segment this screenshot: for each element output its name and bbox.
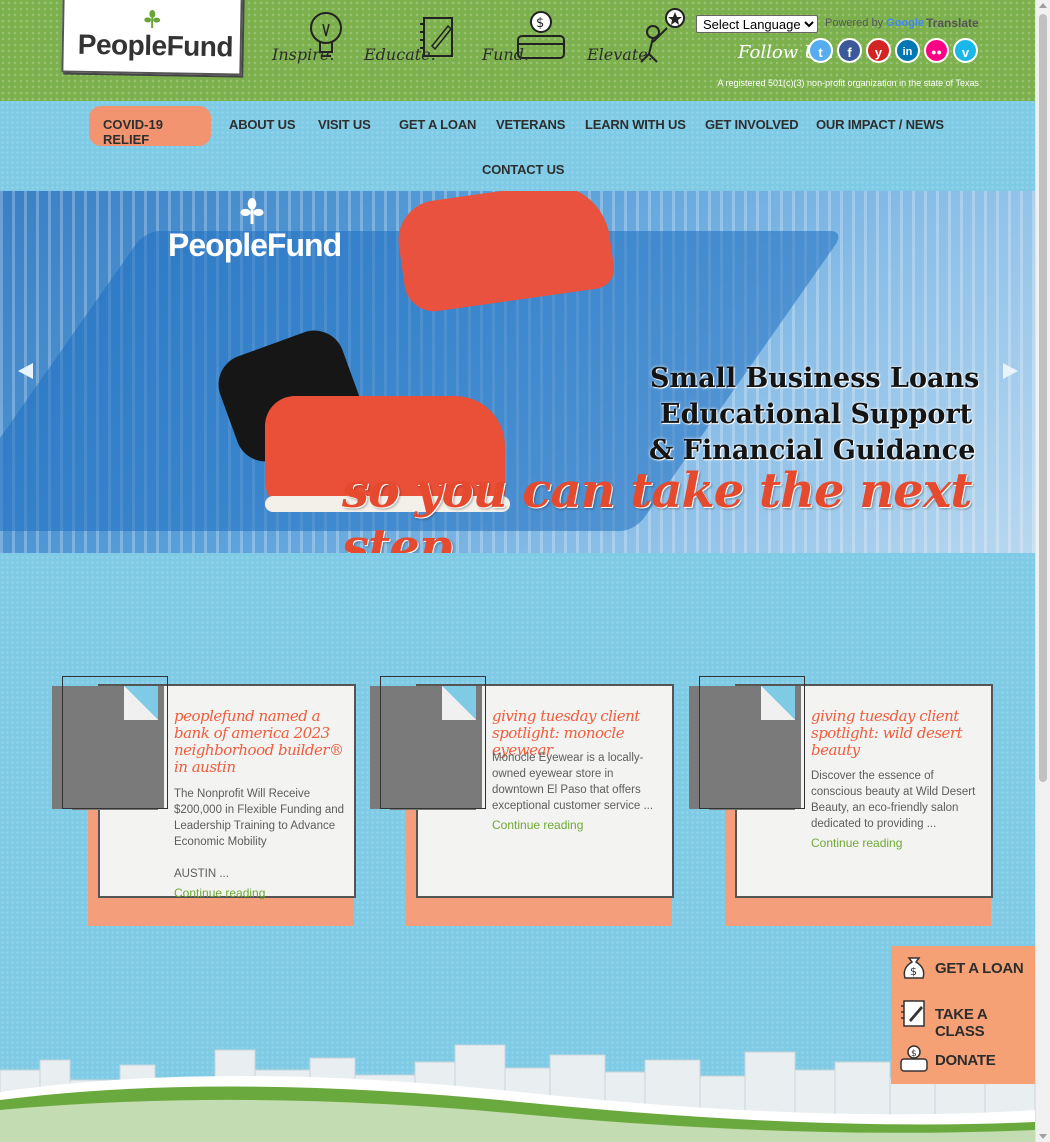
post-title[interactable]: peoplefund named a bank of america 2023 … [174, 708, 344, 776]
green-hill [0, 1076, 1035, 1142]
svg-text:$: $ [536, 16, 544, 31]
nav-get-involved[interactable]: GET INVOLVED [705, 117, 799, 132]
logo-text: PeopleFund [77, 28, 234, 63]
cta-label: GET A LOAN [935, 960, 1024, 977]
language-select[interactable]: Select Language [696, 15, 818, 33]
facebook-icon[interactable]: f [837, 38, 862, 63]
notebook-pencil-icon [901, 1000, 925, 1027]
post-card: peoplefund named a bank of america 2023 … [52, 676, 357, 926]
pillar-label: Inspire. [272, 45, 335, 64]
svg-text:$: $ [910, 965, 917, 978]
powered-by: Powered by Google [825, 17, 924, 29]
leaf-icon [240, 198, 264, 224]
nav-get-a-loan[interactable]: GET A LOAN [399, 117, 476, 132]
cta-take-a-class[interactable]: TAKE A CLASS [891, 994, 1035, 1040]
scroll-thumb[interactable] [1039, 14, 1047, 782]
pillar-label: Elevate. [587, 45, 653, 64]
hero-line: & Financial Guidance [649, 435, 976, 466]
slider-prev-arrow-icon[interactable] [18, 363, 33, 379]
post-card: giving tuesday client spotlight: wild de… [689, 676, 994, 926]
money-bag-icon: $ [903, 957, 925, 979]
leaf-icon [144, 10, 161, 29]
cta-get-a-loan[interactable]: $ GET A LOAN [891, 948, 1035, 992]
site-logo[interactable]: PeopleFund [61, 0, 243, 76]
post-excerpt: Monocle Eyewear is a locally-owned eyewe… [492, 752, 654, 812]
pillar-inspire[interactable]: Inspire. [272, 10, 352, 70]
nav-label: COVID-19 RELIEF [103, 117, 163, 147]
post-thumbnail-frame [62, 676, 168, 809]
vimeo-icon[interactable]: v [953, 38, 978, 63]
post-thumbnail-frame [380, 676, 486, 809]
hero-logo: PeopleFund [168, 227, 342, 263]
continue-reading-link[interactable]: Continue reading [811, 836, 902, 850]
quick-actions-panel: $ GET A LOAN TAKE A CLASS $ DONATE [891, 946, 1035, 1084]
pillar-educate[interactable]: Educate. [364, 10, 464, 70]
nav-covid-relief[interactable]: COVID-19 RELIEF [89, 106, 211, 147]
pillar-label: Educate. [364, 45, 436, 64]
page: PeopleFund Inspire. Educate. $ Fund. Ele… [0, 0, 1035, 1142]
cta-label: TAKE A CLASS [935, 1006, 987, 1040]
post-excerpt-more: AUSTIN ... [174, 868, 229, 880]
powered-by-text: Powered by [825, 17, 884, 29]
nav-our-impact-news[interactable]: OUR IMPACT / NEWS [816, 117, 944, 132]
cta-donate[interactable]: $ DONATE [891, 1040, 1035, 1084]
continue-reading-link[interactable]: Continue reading [174, 886, 265, 900]
page-scrollbar[interactable] [1035, 0, 1050, 1142]
nonprofit-note: A registered 501(c)(3) non-profit organi… [717, 78, 979, 88]
twitter-icon[interactable]: t [808, 38, 833, 63]
post-title[interactable]: giving tuesday client spotlight: wild de… [811, 708, 981, 759]
site-header: PeopleFund Inspire. Educate. $ Fund. Ele… [0, 0, 1035, 101]
slider-next-arrow-icon[interactable] [1003, 363, 1018, 379]
yelp-icon[interactable]: y [866, 38, 891, 63]
nav-veterans[interactable]: VETERANS [496, 117, 565, 132]
scroll-down-arrow-icon[interactable] [1039, 1134, 1047, 1139]
nav-learn-with-us[interactable]: LEARN WITH US [585, 117, 686, 132]
pillar-elevate[interactable]: Elevate. [587, 8, 687, 70]
cta-label: DONATE [935, 1052, 996, 1069]
pillar-fund[interactable]: $ Fund. [482, 10, 572, 70]
google-logo: Google [886, 17, 925, 29]
post-excerpt: Discover the essence of conscious beauty… [811, 770, 976, 830]
main-nav: COVID-19 RELIEF ABOUT US VISIT US GET A … [0, 101, 1035, 191]
linkedin-icon[interactable]: in [895, 38, 920, 63]
nav-about-us[interactable]: ABOUT US [229, 117, 295, 132]
flickr-icon[interactable]: ●● [924, 38, 949, 63]
hero-line: Small Business Loans [650, 363, 980, 394]
hero-tagline: so you can take the next step. [342, 463, 973, 553]
scroll-up-arrow-icon[interactable] [1039, 3, 1047, 8]
donation-box-icon: $ [900, 1045, 928, 1072]
post-excerpt: The Nonprofit Will Receive $200,000 in F… [174, 788, 345, 848]
post-card: giving tuesday client spotlight: monocle… [370, 676, 675, 926]
hero-slider: PeopleFund Small Business Loans Educatio… [0, 191, 1035, 553]
nav-visit-us[interactable]: VISIT US [318, 117, 371, 132]
continue-reading-link[interactable]: Continue reading [492, 818, 583, 832]
pillar-label: Fund. [482, 45, 530, 64]
hero-line: Educational Support [660, 399, 973, 430]
svg-text:$: $ [911, 1049, 917, 1059]
translate-link[interactable]: Translate [926, 16, 979, 30]
post-thumbnail-frame [699, 676, 805, 809]
nav-contact-us[interactable]: CONTACT US [482, 162, 564, 177]
